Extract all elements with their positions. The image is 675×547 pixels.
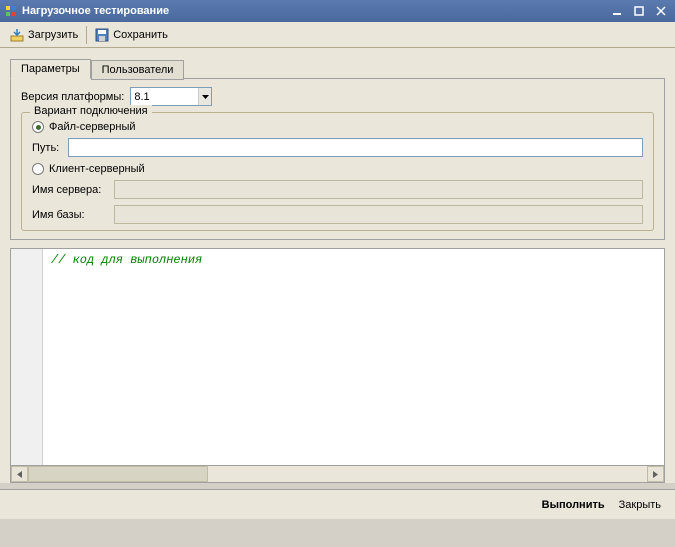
connection-fieldset: Вариант подключения Файл-серверный Путь:… [21,112,654,231]
app-icon [4,4,18,18]
tab-users[interactable]: Пользователи [91,60,185,80]
tab-parameters[interactable]: Параметры [10,59,91,79]
tab-parameters-label: Параметры [21,63,80,75]
radio-file-server-input[interactable] [32,121,44,133]
window-controls [609,4,669,18]
scroll-right-button[interactable] [647,466,664,482]
toolbar-separator [86,26,87,44]
chevron-down-icon [202,95,209,99]
titlebar: Нагрузочное тестирование [0,0,675,22]
platform-version-input[interactable] [131,88,198,105]
tab-users-label: Пользователи [102,64,174,76]
load-label: Загрузить [28,29,78,41]
code-content[interactable]: // код для выполнения [43,249,210,465]
horizontal-scrollbar[interactable] [10,466,665,483]
server-name-input [114,180,643,199]
save-icon [95,28,109,42]
radio-client-server-input[interactable] [32,163,44,175]
load-button[interactable]: Загрузить [4,26,84,44]
base-name-label: Имя базы: [32,209,108,221]
dropdown-button[interactable] [198,88,211,105]
base-name-input [114,205,643,224]
radio-client-server[interactable]: Клиент-серверный [32,163,643,175]
radio-file-server-label: Файл-серверный [49,121,136,133]
platform-version-combo[interactable] [130,87,212,106]
save-button[interactable]: Сохранить [89,26,174,44]
minimize-button[interactable] [609,4,625,18]
scroll-thumb[interactable] [28,466,208,482]
chevron-right-icon [653,471,658,478]
code-gutter [11,249,43,465]
close-footer-button[interactable]: Закрыть [619,499,661,511]
save-label: Сохранить [113,29,168,41]
path-label: Путь: [32,142,62,154]
scroll-track[interactable] [28,466,647,482]
parameters-panel: Версия платформы: Вариант подключения Фа… [10,78,665,240]
close-button[interactable] [653,4,669,18]
chevron-left-icon [17,471,22,478]
platform-version-label: Версия платформы: [21,91,124,103]
load-icon [10,28,24,42]
server-name-label: Имя сервера: [32,184,108,196]
path-input[interactable] [68,138,643,157]
execute-button[interactable]: Выполнить [542,499,605,511]
toolbar: Загрузить Сохранить [0,22,675,48]
tab-bar: Параметры Пользователи [10,59,665,79]
window-title: Нагрузочное тестирование [22,5,609,17]
content-area: Параметры Пользователи Версия платформы:… [0,48,675,483]
radio-client-server-label: Клиент-серверный [49,163,145,175]
radio-file-server[interactable]: Файл-серверный [32,121,643,133]
code-editor[interactable]: // код для выполнения [10,248,665,466]
fieldset-legend: Вариант подключения [30,105,152,117]
maximize-button[interactable] [631,4,647,18]
footer: Выполнить Закрыть [0,489,675,519]
scroll-left-button[interactable] [11,466,28,482]
